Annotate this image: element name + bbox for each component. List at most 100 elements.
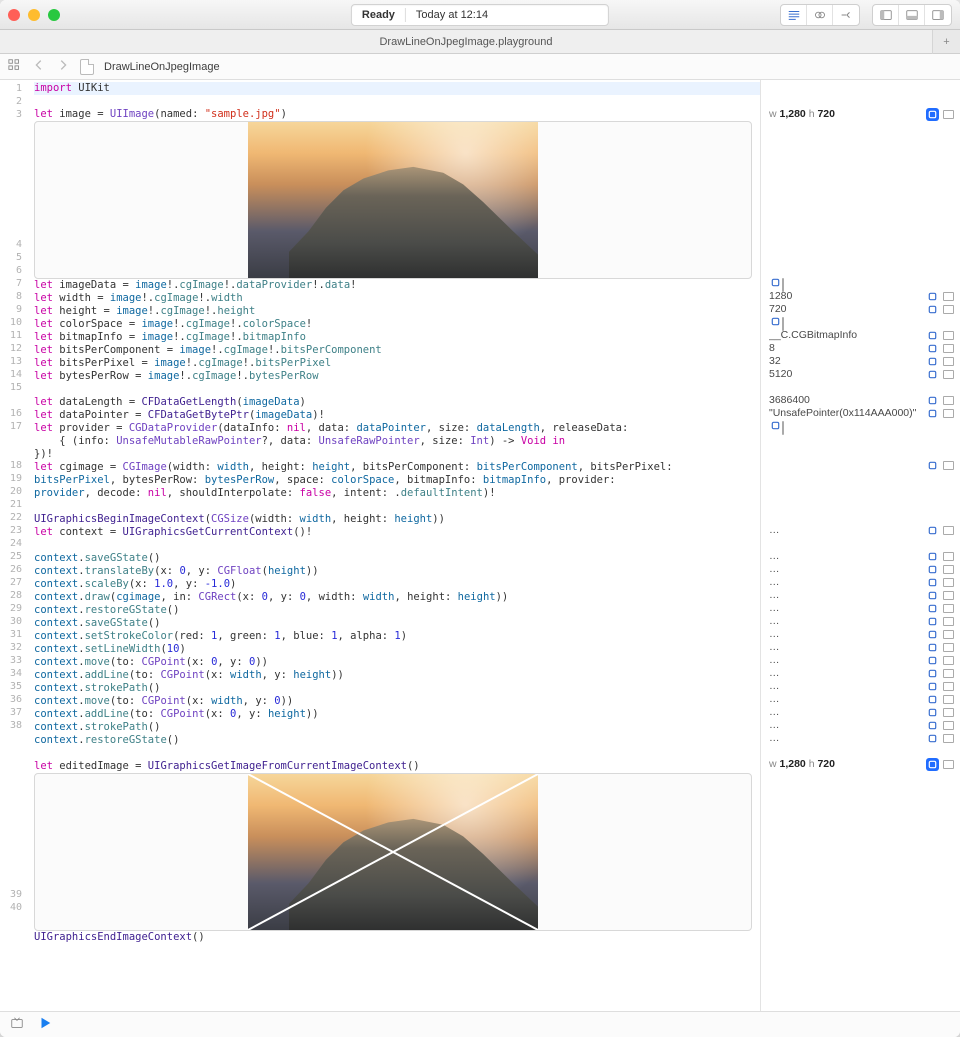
- left-pane-button[interactable]: [873, 5, 899, 25]
- result-value[interactable]: …: [769, 602, 954, 615]
- result-box-icon[interactable]: [943, 656, 954, 665]
- quicklook-icon[interactable]: [926, 290, 939, 303]
- quicklook-icon[interactable]: [926, 563, 939, 576]
- bottom-pane-button[interactable]: [899, 5, 925, 25]
- quicklook-icon[interactable]: [926, 654, 939, 667]
- result-box-icon[interactable]: [943, 578, 954, 587]
- result-value[interactable]: 32: [769, 355, 954, 368]
- quicklook-icon[interactable]: [926, 355, 939, 368]
- result-value[interactable]: …: [769, 667, 954, 680]
- result-value[interactable]: …: [769, 563, 954, 576]
- quicklook-icon[interactable]: [926, 667, 939, 680]
- related-items-icon[interactable]: [8, 58, 22, 75]
- quicklook-icon[interactable]: [926, 459, 939, 472]
- quicklook-icon[interactable]: [926, 394, 939, 407]
- result-box-icon[interactable]: [943, 344, 954, 353]
- result-box-icon[interactable]: [782, 421, 784, 435]
- quicklook-icon[interactable]: [926, 641, 939, 654]
- result-value[interactable]: …: [769, 641, 954, 654]
- result-box-icon[interactable]: [943, 526, 954, 535]
- result-value[interactable]: …: [769, 589, 954, 602]
- quicklook-icon[interactable]: [926, 680, 939, 693]
- quicklook-icon[interactable]: [769, 315, 782, 328]
- result-box-icon[interactable]: [943, 708, 954, 717]
- result-value[interactable]: …: [769, 524, 954, 537]
- result-box-icon[interactable]: [943, 305, 954, 314]
- result-box-icon[interactable]: [943, 669, 954, 678]
- result-box-icon[interactable]: [943, 591, 954, 600]
- result-value[interactable]: 1280: [769, 290, 954, 303]
- quicklook-icon[interactable]: [926, 615, 939, 628]
- result-value[interactable]: [769, 459, 954, 472]
- result-box-icon[interactable]: [943, 565, 954, 574]
- result-value[interactable]: w 1,280 h 720: [769, 758, 954, 771]
- minimize-button[interactable]: [28, 9, 40, 21]
- result-box-icon[interactable]: [943, 552, 954, 561]
- quicklook-icon[interactable]: [926, 589, 939, 602]
- result-box-icon[interactable]: [943, 643, 954, 652]
- quicklook-icon[interactable]: [926, 758, 939, 771]
- result-box-icon[interactable]: [943, 292, 954, 301]
- quicklook-icon[interactable]: [926, 576, 939, 589]
- quicklook-icon[interactable]: [769, 419, 782, 432]
- result-value[interactable]: …: [769, 706, 954, 719]
- result-value[interactable]: …: [769, 628, 954, 641]
- tab-playground[interactable]: DrawLineOnJpegImage.playground: [0, 30, 932, 53]
- quicklook-icon[interactable]: [926, 628, 939, 641]
- result-box-icon[interactable]: [943, 604, 954, 613]
- result-value[interactable]: [769, 277, 954, 290]
- result-value[interactable]: 5120: [769, 368, 954, 381]
- version-editor-button[interactable]: [833, 5, 859, 25]
- quicklook-icon[interactable]: [926, 550, 939, 563]
- quicklook-icon[interactable]: [926, 602, 939, 615]
- quicklook-icon[interactable]: [926, 329, 939, 342]
- quicklook-icon[interactable]: [926, 732, 939, 745]
- right-pane-button[interactable]: [925, 5, 951, 25]
- result-box-icon[interactable]: [943, 396, 954, 405]
- result-value[interactable]: w 1,280 h 720: [769, 108, 954, 121]
- result-box-icon[interactable]: [943, 760, 954, 769]
- result-value[interactable]: …: [769, 615, 954, 628]
- quicklook-icon[interactable]: [926, 368, 939, 381]
- source-editor[interactable]: 1234567891011121314151617181920212223242…: [0, 80, 760, 1011]
- quicklook-icon[interactable]: [926, 108, 939, 121]
- result-value[interactable]: …: [769, 680, 954, 693]
- result-box-icon[interactable]: [943, 721, 954, 730]
- toggle-debug-button[interactable]: [10, 1016, 24, 1033]
- zoom-button[interactable]: [48, 9, 60, 21]
- close-button[interactable]: [8, 9, 20, 21]
- forward-button[interactable]: [56, 58, 70, 75]
- code-area[interactable]: import UIKit let image = UIImage(named: …: [28, 80, 760, 1011]
- quicklook-icon[interactable]: [926, 719, 939, 732]
- standard-editor-button[interactable]: [781, 5, 807, 25]
- result-box-icon[interactable]: [943, 682, 954, 691]
- back-button[interactable]: [32, 58, 46, 75]
- result-box-icon[interactable]: [943, 617, 954, 626]
- result-box-icon[interactable]: [943, 734, 954, 743]
- quicklook-icon[interactable]: [926, 706, 939, 719]
- result-box-icon[interactable]: [943, 357, 954, 366]
- quicklook-icon[interactable]: [926, 342, 939, 355]
- result-value[interactable]: …: [769, 550, 954, 563]
- new-tab-button[interactable]: +: [932, 30, 960, 54]
- result-box-icon[interactable]: [943, 630, 954, 639]
- result-value[interactable]: …: [769, 732, 954, 745]
- execute-button[interactable]: [38, 1016, 52, 1033]
- result-value[interactable]: …: [769, 576, 954, 589]
- result-value[interactable]: …: [769, 719, 954, 732]
- result-box-icon[interactable]: [943, 370, 954, 379]
- quicklook-icon[interactable]: [926, 524, 939, 537]
- result-box-icon[interactable]: [943, 110, 954, 119]
- result-value[interactable]: [769, 420, 954, 433]
- quicklook-icon[interactable]: [769, 276, 782, 289]
- activity-pill[interactable]: Ready Today at 12:14: [351, 4, 609, 26]
- result-value[interactable]: …: [769, 693, 954, 706]
- result-box-icon[interactable]: [943, 331, 954, 340]
- result-value[interactable]: 3686400: [769, 394, 954, 407]
- result-value[interactable]: 8: [769, 342, 954, 355]
- result-box-icon[interactable]: [943, 461, 954, 470]
- assistant-editor-button[interactable]: [807, 5, 833, 25]
- result-value[interactable]: [769, 316, 954, 329]
- result-value[interactable]: __C.CGBitmapInfo: [769, 329, 954, 342]
- result-box-icon[interactable]: [943, 695, 954, 704]
